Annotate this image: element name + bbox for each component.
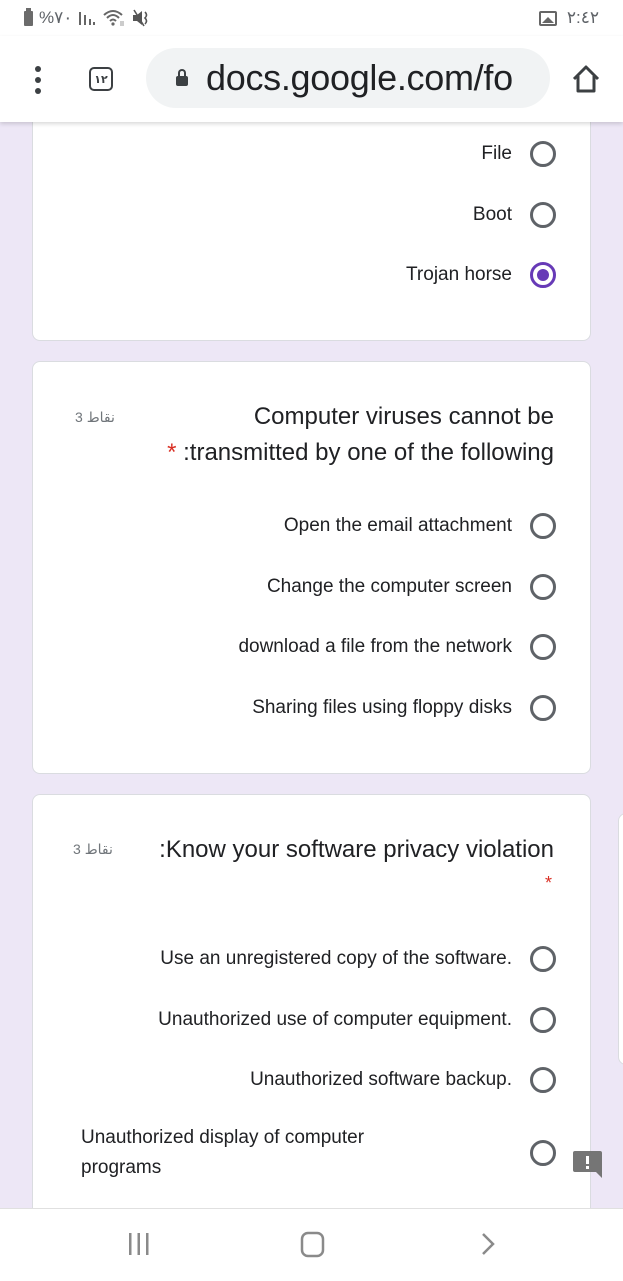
status-bar: %٧٠ ٢:٤٢ [0, 0, 623, 36]
option-boot[interactable]: Boot [473, 202, 556, 228]
option-label: Unauthorized display of computer program… [81, 1127, 365, 1178]
url-text: docs.google.com/fo [206, 57, 513, 98]
mute-icon [133, 9, 148, 27]
browser-toolbar: ١٢ docs.google.com/fo [0, 36, 623, 122]
required-marker: * [167, 439, 177, 466]
option-download-file[interactable]: download a file from the network [238, 634, 556, 660]
radio-button[interactable] [530, 202, 556, 228]
option-email-attachment[interactable]: Open the email attachment [284, 513, 556, 539]
option-unauthorized-equipment[interactable]: Unauthorized use of computer equipment. [158, 1007, 556, 1033]
option-unregistered-copy[interactable]: Use an unregistered copy of the software… [160, 946, 556, 972]
option-label: Sharing files using floppy disks [252, 697, 512, 718]
option-label: File [481, 143, 512, 164]
question-title-line1: Computer viruses cannot be [253, 403, 554, 430]
points-label: 3 نقاط [75, 409, 115, 425]
option-trojan-horse[interactable]: Trojan horse [406, 262, 556, 288]
radio-button[interactable] [530, 141, 556, 167]
radio-button[interactable] [530, 634, 556, 660]
radio-button-selected[interactable] [530, 262, 556, 288]
back-icon[interactable] [476, 1229, 500, 1259]
option-label: Boot [472, 204, 512, 225]
option-label: Unauthorized use of computer equipment. [158, 1009, 512, 1030]
points-label: 3 نقاط [73, 841, 113, 857]
battery-icon [24, 7, 33, 26]
radio-button[interactable] [530, 695, 556, 721]
question-card-privacy: 3 نقاط :Know your software privacy viola… [32, 794, 591, 1234]
option-unauthorized-display[interactable]: Unauthorized display of computer program… [81, 1123, 556, 1183]
question-title-text: :transmitted by one of the following [183, 439, 554, 466]
radio-button[interactable] [530, 513, 556, 539]
question-card-previous: File Boot Trojan horse [32, 100, 591, 341]
report-issue-icon[interactable] [572, 1151, 603, 1178]
option-change-screen[interactable]: Change the computer screen [267, 574, 556, 600]
menu-icon[interactable] [34, 66, 42, 94]
radio-button[interactable] [530, 1007, 556, 1033]
address-bar[interactable]: docs.google.com/fo [146, 48, 550, 108]
system-nav-bar [0, 1208, 623, 1281]
option-label: Change the computer screen [266, 576, 512, 597]
tab-count: ١٢ [94, 73, 108, 86]
option-label: Unauthorized software backup. [250, 1069, 512, 1090]
radio-button[interactable] [530, 1140, 556, 1166]
radio-button[interactable] [530, 574, 556, 600]
lock-icon [176, 69, 188, 86]
status-right: ٢:٤٢ [538, 8, 599, 28]
question-title: Computer viruses cannot be * :transmitte… [167, 399, 554, 471]
option-file[interactable]: File [481, 141, 556, 167]
status-left: %٧٠ [24, 7, 152, 28]
option-floppy-disks[interactable]: Sharing files using floppy disks [252, 695, 556, 721]
recent-apps-icon[interactable] [126, 1229, 152, 1259]
signal-icon [79, 12, 96, 25]
question-title-line2: * :transmitted by one of the following [167, 435, 554, 471]
battery-percentage: %٧٠ [39, 8, 73, 27]
home-icon[interactable] [298, 1229, 328, 1259]
tabs-icon[interactable]: ١٢ [89, 67, 113, 91]
required-marker: * [544, 873, 552, 893]
option-unauthorized-backup[interactable]: Unauthorized software backup. [250, 1067, 556, 1093]
option-label: Trojan horse [406, 264, 512, 285]
adjacent-card-edge [618, 813, 623, 1065]
question-card-transmission: 3 نقاط Computer viruses cannot be * :tra… [32, 361, 591, 774]
question-title: :Know your software privacy violation [159, 836, 554, 863]
image-notification-icon [538, 10, 557, 26]
radio-button[interactable] [530, 1067, 556, 1093]
option-label: Use an unregistered copy of the software… [160, 948, 512, 969]
clock: ٢:٤٢ [566, 8, 599, 27]
radio-button[interactable] [530, 946, 556, 972]
option-label: download a file from the network [238, 636, 512, 657]
home-icon[interactable] [569, 62, 603, 96]
wifi-icon [103, 10, 124, 26]
option-label: Open the email attachment [283, 515, 512, 536]
